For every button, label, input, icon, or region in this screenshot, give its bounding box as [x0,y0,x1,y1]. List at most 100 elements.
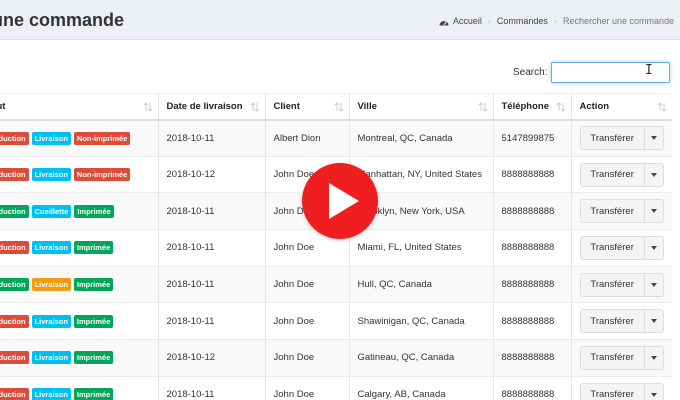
col-header-status[interactable]: atut [0,93,159,121]
action-cell: Transférer [571,376,672,400]
transfer-dropdown-toggle[interactable] [644,162,664,187]
status-badge: roduction [0,241,29,255]
status-badge: Livraison [31,241,71,255]
orders-table: atut Date de livraison Client Ville Télé… [0,93,672,400]
transfer-button-group: Transférer [579,199,664,224]
breadcrumb-separator: › [553,16,557,26]
sort-icon [334,102,343,112]
transfer-button[interactable]: Transférer [579,235,645,260]
status-badge: roduction [0,351,29,365]
col-header-action[interactable]: Action [571,93,672,121]
city-cell: Gatineau, QC, Canada [349,339,494,377]
action-cell: Transférer [571,229,672,267]
status-badge: Imprimée [73,351,114,365]
transfer-button[interactable]: Transférer [579,199,645,224]
caret-down-icon [650,209,657,214]
phone-cell: 5147899875 [493,119,572,157]
delivery-date-cell: 2018-10-11 [158,229,266,267]
status-badge: Livraison [31,168,71,182]
transfer-button-group: Transférer [579,345,664,370]
city-cell: Montreal, QC, Canada [349,119,494,157]
status-badge: Imprimée [73,388,114,400]
transfer-dropdown-toggle[interactable] [644,235,664,260]
status-badges: roductionLivraisonImprimée [0,351,150,365]
action-cell: Transférer [571,156,672,194]
phone-cell: 8888888888 [493,192,572,231]
col-header-city[interactable]: Ville [349,93,494,121]
status-badge: roduction [0,168,29,182]
status-badge: Imprimée [73,314,114,328]
transfer-button-group: Transférer [579,126,664,151]
transfer-button[interactable]: Transférer [579,126,645,151]
status-badges: roductionLivraisonImprimée [0,314,150,328]
status-cell: roductionCueilletteImprimée [0,192,159,231]
delivery-date-cell: 2018-10-11 [158,119,266,157]
table-row: roductionLivraisonNon-imprimée 2018-10-11… [0,119,672,157]
caret-down-icon [650,136,657,141]
caret-down-icon [650,355,657,360]
status-badges: roductionLivraisonNon-imprimée [0,131,150,145]
city-cell: Hull, QC, Canada [349,266,494,304]
table-header-row: atut Date de livraison Client Ville Télé… [0,93,672,121]
phone-cell: 8888888888 [493,302,572,341]
transfer-button-group: Transférer [579,309,664,334]
transfer-button[interactable]: Transférer [579,309,645,334]
col-header-delivery-date[interactable]: Date de livraison [158,93,266,121]
transfer-button[interactable]: Transférer [579,162,645,187]
transfer-button[interactable]: Transférer [579,345,645,370]
client-cell: Albert Dion [265,119,350,157]
status-badge: Non-imprimée [73,131,131,145]
action-cell: Transférer [571,339,672,377]
page-title: une commande [0,10,125,30]
transfer-dropdown-toggle[interactable] [644,345,664,370]
status-badges: roductionLivraisonImprimée [0,278,150,292]
action-cell: Transférer [571,266,672,304]
phone-cell: 8888888888 [493,266,572,304]
transfer-button[interactable]: Transférer [579,272,645,297]
transfer-dropdown-toggle[interactable] [644,199,664,224]
status-badge: roduction [0,204,29,218]
caret-down-icon [650,172,657,177]
transfer-dropdown-toggle[interactable] [644,126,664,151]
caret-down-icon [650,245,657,250]
status-badges: roductionLivraisonNon-imprimée [0,168,150,182]
status-cell: roductionLivraisonImprimée [0,376,159,400]
table-row: roductionLivraisonImprimée 2018-10-11John… [0,266,672,304]
status-cell: roductionLivraisonImprimée [0,339,159,377]
transfer-button-group: Transférer [579,162,664,187]
col-header-phone[interactable]: Téléphone [493,93,572,121]
status-cell: roductionLivraisonImprimée [0,229,159,267]
transfer-dropdown-toggle[interactable] [644,272,664,297]
phone-cell: 8888888888 [493,156,572,194]
status-badge: Imprimée [73,241,114,255]
sort-icon [556,102,565,112]
status-badge: Cueillette [31,204,72,218]
delivery-date-cell: 2018-10-11 [158,266,266,304]
phone-cell: 8888888888 [493,376,572,400]
status-cell: roductionLivraisonNon-imprimée [0,119,159,157]
transfer-dropdown-toggle[interactable] [644,309,664,334]
status-badges: roductionLivraisonImprimée [0,388,150,400]
phone-cell: 8888888888 [493,229,572,267]
status-badge: Livraison [31,351,71,365]
play-button[interactable] [302,163,378,239]
city-cell: Calgary, AB, Canada [349,376,494,400]
col-header-client[interactable]: Client [265,93,350,121]
transfer-dropdown-toggle[interactable] [644,382,664,400]
client-cell: John Doe [265,266,350,304]
transfer-button[interactable]: Transférer [579,382,645,400]
breadcrumb-current: Rechercher une commande [562,16,674,26]
action-cell: Transférer [571,302,672,341]
status-badge: Livraison [31,388,71,400]
search-label: Search: [513,67,548,78]
breadcrumb-orders-link[interactable]: Commandes [497,16,548,26]
caret-down-icon [650,319,657,324]
delivery-date-cell: 2018-10-11 [158,376,266,400]
delivery-date-cell: 2018-10-12 [158,156,266,194]
table-row: roductionLivraisonImprimée 2018-10-11John… [0,302,672,341]
content-header: une commande Accueil › Commandes › Reche… [0,0,680,40]
status-cell: roductionLivraisonNon-imprimée [0,156,159,194]
status-badge: Livraison [31,278,71,292]
breadcrumb-home-link[interactable]: Accueil [453,16,482,26]
delivery-date-cell: 2018-10-11 [158,192,266,231]
